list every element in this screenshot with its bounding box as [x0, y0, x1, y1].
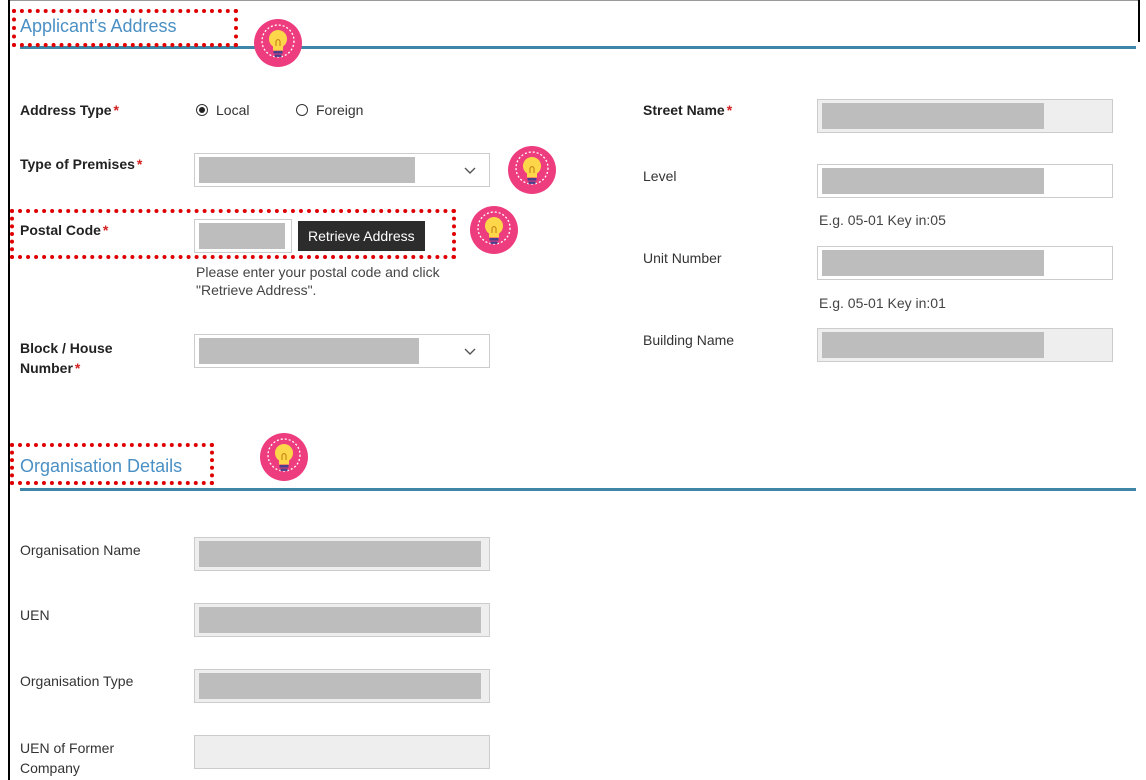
- organisation-type-input[interactable]: [194, 669, 490, 703]
- radio-foreign-label: Foreign: [316, 102, 364, 118]
- building-name-input[interactable]: [817, 328, 1113, 362]
- frame-left-border: [8, 0, 10, 780]
- street-name-input[interactable]: [817, 99, 1113, 133]
- address-type-label: Address Type *: [20, 102, 119, 118]
- radio-foreign[interactable]: Foreign: [296, 102, 363, 118]
- field-value-mask: [199, 157, 415, 183]
- building-name-label: Building Name: [643, 332, 735, 348]
- block-house-label: Block / House Number *: [20, 340, 113, 376]
- radio-dot[interactable]: [296, 104, 308, 116]
- postal-code-label: Postal Code *: [20, 222, 109, 238]
- field-value-mask: [822, 250, 1044, 276]
- highlight-box: [12, 9, 238, 47]
- field-value-mask: [822, 103, 1044, 129]
- level-hint: E.g. 05-01 Key in:05: [819, 212, 946, 228]
- street-name-label: Street Name *: [643, 102, 733, 118]
- field-value-mask: [199, 607, 481, 633]
- lightbulb-icon[interactable]: [470, 206, 518, 254]
- field-value-mask: [822, 168, 1044, 194]
- field-value-mask: [199, 338, 419, 364]
- field-value-mask: [199, 223, 285, 249]
- lightbulb-icon[interactable]: [260, 433, 308, 481]
- postal-code-help-line1: Please enter your postal code and click: [196, 264, 440, 280]
- field-value-mask: [199, 541, 481, 567]
- type-of-premises-select[interactable]: [194, 153, 490, 187]
- radio-local[interactable]: Local: [196, 102, 249, 118]
- level-label: Level: [643, 168, 677, 184]
- lightbulb-icon[interactable]: [254, 19, 302, 67]
- organisation-name-input[interactable]: [194, 537, 490, 571]
- postal-code-input[interactable]: [194, 219, 292, 253]
- uen-label: UEN: [20, 607, 50, 623]
- field-value-mask: [199, 673, 481, 699]
- chevron-down-icon: [464, 167, 476, 174]
- postal-code-help-line2: "Retrieve Address".: [196, 282, 317, 298]
- block-house-select[interactable]: [194, 334, 490, 368]
- radio-dot-selected[interactable]: [196, 104, 208, 116]
- postal-code-help: Please enter your postal code and click …: [196, 264, 440, 298]
- radio-local-label: Local: [216, 102, 250, 118]
- retrieve-address-button[interactable]: Retrieve Address: [298, 221, 425, 251]
- unit-number-hint: E.g. 05-01 Key in:01: [819, 295, 946, 311]
- type-of-premises-label: Type of Premises *: [20, 156, 143, 172]
- unit-number-input[interactable]: [817, 246, 1113, 280]
- unit-number-label: Unit Number: [643, 250, 722, 266]
- organisation-type-label: Organisation Type: [20, 673, 134, 689]
- frame-top-border: [8, 0, 1140, 1]
- lightbulb-icon[interactable]: [508, 146, 556, 194]
- chevron-down-icon: [464, 348, 476, 355]
- uen-former-input[interactable]: [194, 735, 490, 769]
- field-value-mask: [822, 332, 1044, 358]
- organisation-details-title: Organisation Details: [20, 456, 183, 476]
- uen-former-label: UEN of Former Company: [20, 740, 115, 776]
- uen-input[interactable]: [194, 603, 490, 637]
- level-input[interactable]: [817, 164, 1113, 198]
- frame-right-border: [1138, 0, 1140, 42]
- section-rule: [20, 488, 1136, 491]
- organisation-name-label: Organisation Name: [20, 542, 141, 558]
